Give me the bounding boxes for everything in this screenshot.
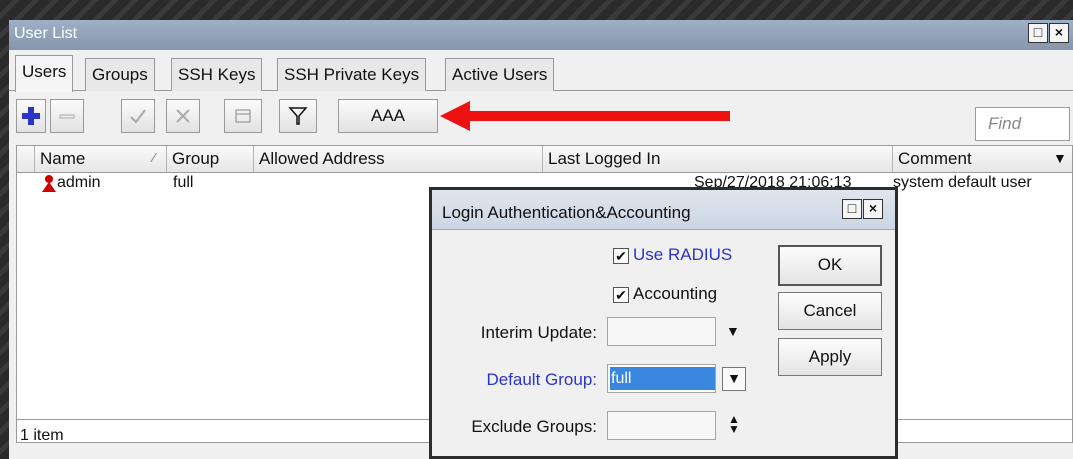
remove-button[interactable] xyxy=(50,99,84,133)
enable-button[interactable] xyxy=(121,99,155,133)
column-header-group[interactable]: Group xyxy=(167,146,254,172)
comment-button[interactable] xyxy=(224,99,262,133)
default-group-field[interactable]: full xyxy=(607,364,716,393)
check-icon xyxy=(130,109,146,124)
column-header-last-logged-in[interactable]: Last Logged In xyxy=(543,146,893,172)
accounting-checkbox[interactable]: ✔ xyxy=(613,287,629,303)
dialog-close-button[interactable]: × xyxy=(863,199,883,219)
filter-icon xyxy=(288,107,308,125)
use-radius-checkbox[interactable]: ✔ xyxy=(613,248,629,264)
tab-groups[interactable]: Groups xyxy=(85,58,155,91)
interim-update-field[interactable] xyxy=(607,317,716,346)
exclude-groups-updown-icon[interactable]: ▲ ▼ xyxy=(728,413,740,435)
apply-button[interactable]: Apply xyxy=(778,338,882,376)
comment-icon xyxy=(235,109,251,123)
tab-active-users[interactable]: Active Users xyxy=(445,58,555,91)
column-header-name[interactable]: Name ⁄ xyxy=(35,146,167,172)
aaa-button[interactable]: AAA xyxy=(338,99,438,133)
default-group-value: full xyxy=(610,367,715,390)
window-title: User List xyxy=(14,25,78,42)
tab-ssh-private-keys[interactable]: SSH Private Keys xyxy=(277,58,427,91)
red-arrow-annotation xyxy=(440,101,730,131)
add-button[interactable] xyxy=(16,99,46,133)
minus-icon xyxy=(59,114,75,119)
default-group-dropdown-icon[interactable]: ▼ xyxy=(722,367,746,391)
use-radius-label: Use RADIUS xyxy=(633,245,733,264)
window-titlebar[interactable]: User List □ × xyxy=(9,20,1073,50)
ok-button[interactable]: OK xyxy=(778,245,882,286)
disable-button[interactable] xyxy=(166,99,200,133)
sort-icon: ⁄ xyxy=(153,150,156,165)
desktop-background xyxy=(0,0,1073,20)
cancel-button[interactable]: Cancel xyxy=(778,292,882,330)
filter-button[interactable] xyxy=(279,99,317,133)
table-header: Name ⁄ Group Allowed Address Last Logged … xyxy=(17,146,1072,173)
interim-update-label: Interim Update: xyxy=(480,323,597,342)
cell-comment: system default user xyxy=(893,174,1032,191)
find-input[interactable]: Find xyxy=(975,107,1070,141)
maximize-button[interactable]: □ xyxy=(1028,23,1048,43)
column-menu-chevron-icon[interactable]: ▼ xyxy=(1053,150,1067,166)
interim-update-dropdown-icon[interactable]: ▼ xyxy=(726,323,740,339)
desktop-background-left xyxy=(0,0,9,459)
item-count: 1 item xyxy=(20,427,64,444)
close-button[interactable]: × xyxy=(1049,23,1069,43)
row-indicator-header xyxy=(17,146,35,172)
user-icon xyxy=(41,174,57,197)
disable-x-icon xyxy=(176,109,190,123)
cell-name: admin xyxy=(57,174,101,191)
plus-icon xyxy=(22,107,40,125)
column-header-comment[interactable]: Comment xyxy=(893,146,1048,172)
tab-ssh-keys[interactable]: SSH Keys xyxy=(171,58,263,91)
exclude-groups-label: Exclude Groups: xyxy=(471,417,597,436)
accounting-label: Accounting xyxy=(633,284,718,303)
default-group-label: Default Group: xyxy=(486,370,597,389)
dialog-titlebar[interactable]: Login Authentication&Accounting □ × xyxy=(432,190,895,230)
exclude-groups-field[interactable] xyxy=(607,411,716,440)
dialog-title: Login Authentication&Accounting xyxy=(442,203,691,222)
cell-group: full xyxy=(173,174,194,191)
tab-bar: Users Groups SSH Keys SSH Private Keys A… xyxy=(9,51,1073,92)
tab-users[interactable]: Users xyxy=(15,55,74,92)
column-header-allowed-address[interactable]: Allowed Address xyxy=(254,146,543,172)
dialog-maximize-button[interactable]: □ xyxy=(842,199,862,219)
aaa-dialog: Login Authentication&Accounting □ × ✔ Us… xyxy=(429,187,898,459)
